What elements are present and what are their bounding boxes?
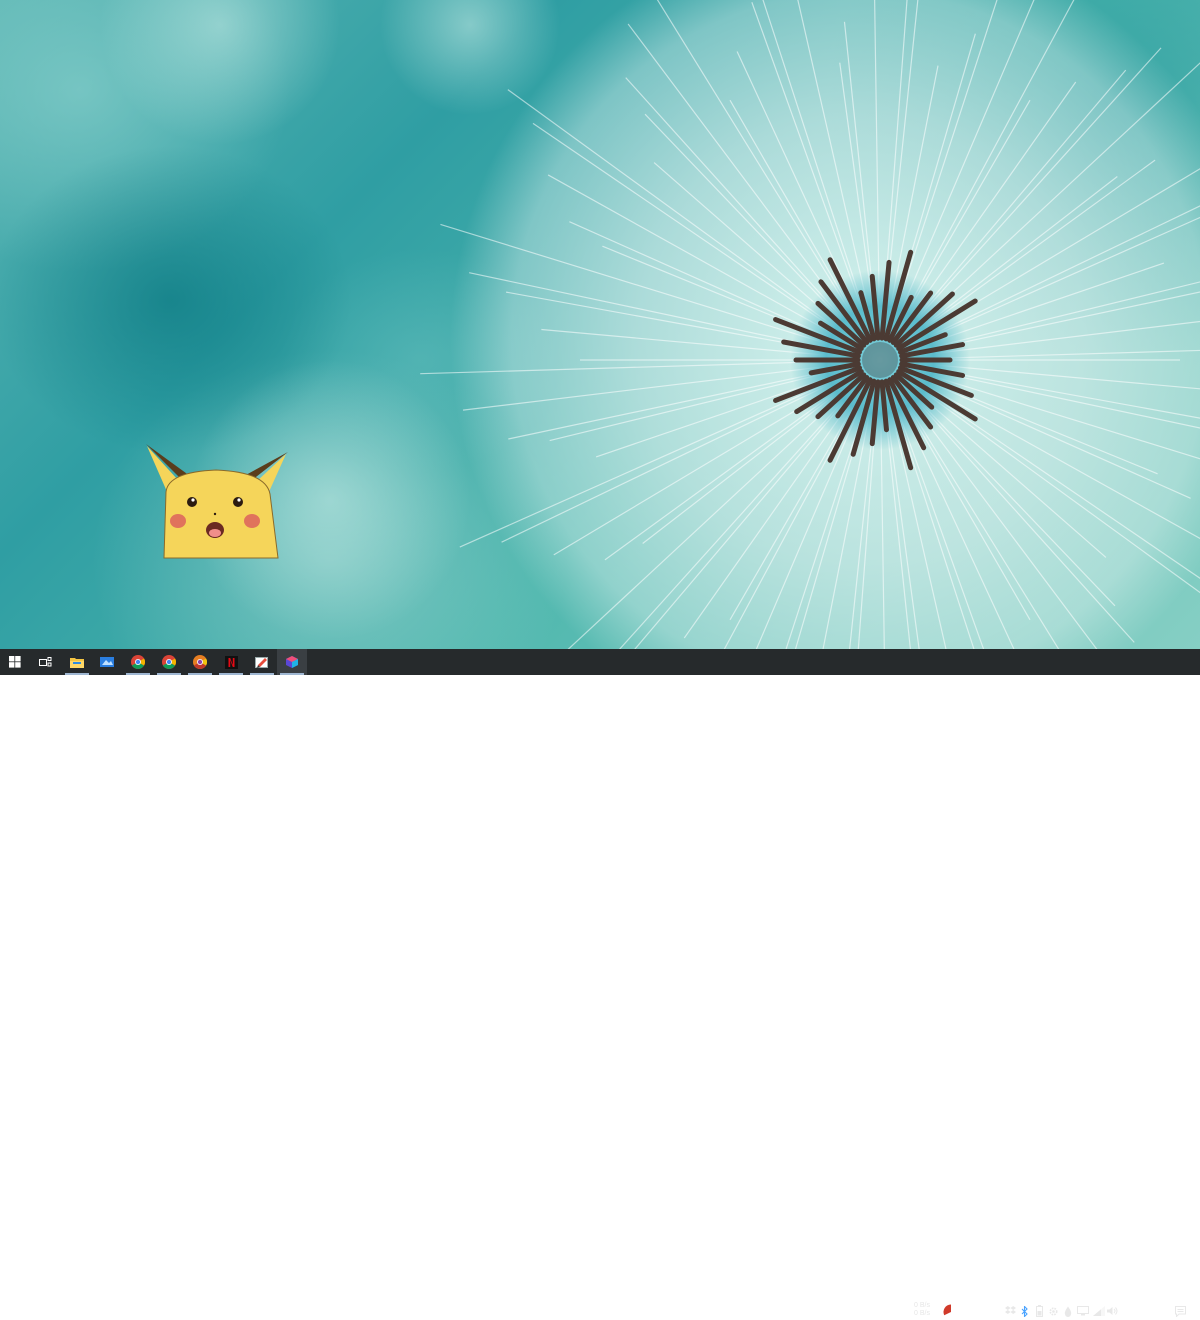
clock-date: 04/12/2019 bbox=[1125, 1309, 1163, 1318]
task-view-button[interactable] bbox=[30, 649, 60, 675]
desktop-wallpaper bbox=[0, 0, 1200, 649]
pikachu-sticker[interactable] bbox=[144, 442, 290, 560]
taskbar-app-photos[interactable] bbox=[92, 649, 122, 675]
tray-drop[interactable] bbox=[1062, 1304, 1074, 1318]
tray-wifi[interactable] bbox=[1093, 1304, 1105, 1318]
tray-bluetooth[interactable] bbox=[1019, 1304, 1031, 1318]
volume-icon bbox=[1107, 1307, 1118, 1315]
tray-dropbox[interactable] bbox=[1004, 1304, 1016, 1318]
download-speed: 0 B/s bbox=[914, 1310, 930, 1317]
meter-widget[interactable] bbox=[942, 1303, 959, 1320]
chevron-up-icon bbox=[990, 1308, 1000, 1314]
network-speed-meter[interactable]: 0 B/s 0 B/s bbox=[904, 1302, 930, 1318]
file-explorer-icon bbox=[70, 658, 84, 668]
taskbar-app-paint-3d[interactable] bbox=[277, 649, 307, 675]
bluetooth-icon bbox=[1021, 1305, 1028, 1317]
tray-volume[interactable] bbox=[1107, 1304, 1119, 1318]
action-center-icon bbox=[1174, 1305, 1186, 1317]
photos-icon bbox=[100, 657, 114, 667]
wifi-icon bbox=[1093, 1306, 1105, 1316]
taskbar-app-chrome[interactable] bbox=[123, 649, 153, 675]
chrome-canary-icon bbox=[193, 655, 207, 669]
chrome-icon bbox=[131, 655, 145, 669]
battery-icon bbox=[1035, 1305, 1043, 1317]
tray-display[interactable] bbox=[1077, 1304, 1089, 1318]
clock-time: 2:07 am bbox=[1130, 1299, 1158, 1308]
taskbar-app-chrome-canary[interactable] bbox=[185, 649, 215, 675]
upload-speed: 0 B/s bbox=[914, 1302, 930, 1309]
taskbar: 0 B/s 0 B/s 2:07 am 04/12/2019 bbox=[0, 649, 1200, 1319]
action-center-button[interactable] bbox=[1174, 1304, 1186, 1318]
taskbar-app-snip-sketch[interactable] bbox=[247, 649, 277, 675]
drop-icon bbox=[1064, 1306, 1072, 1317]
task-view-icon bbox=[38, 656, 51, 666]
dropbox-icon bbox=[1004, 1306, 1016, 1314]
snip-sketch-icon bbox=[255, 656, 268, 668]
taskbar-app-chrome-2[interactable] bbox=[154, 649, 184, 675]
show-hidden-icons-button[interactable] bbox=[989, 1304, 1001, 1318]
netflix-icon bbox=[224, 655, 238, 669]
taskbar-app-netflix[interactable] bbox=[216, 649, 246, 675]
settings-icon bbox=[1048, 1306, 1058, 1316]
pie-meter-icon bbox=[942, 1304, 958, 1319]
taskbar-app-file-explorer[interactable] bbox=[62, 649, 92, 675]
start-button[interactable] bbox=[0, 649, 30, 675]
paint-3d-icon bbox=[286, 656, 298, 668]
taskbar-clock[interactable]: 2:07 am 04/12/2019 bbox=[1120, 1299, 1168, 1319]
display-icon bbox=[1077, 1306, 1089, 1316]
chrome-icon bbox=[162, 655, 176, 669]
tray-battery[interactable] bbox=[1033, 1304, 1045, 1318]
windows-start-icon bbox=[9, 656, 21, 668]
tray-settings[interactable] bbox=[1047, 1304, 1059, 1318]
